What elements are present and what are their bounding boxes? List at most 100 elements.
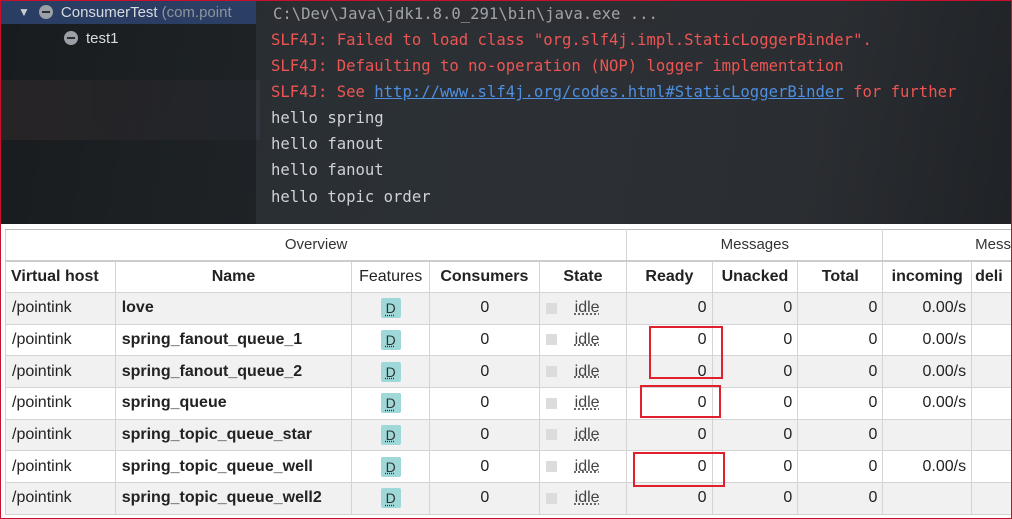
- table-row[interactable]: /pointink spring_queue D 0 idle 0 0 0 0.00/s: [5, 387, 1012, 420]
- console-text: SLF4J: See: [271, 83, 375, 101]
- cell-incoming: [882, 482, 973, 515]
- durable-badge: D: [380, 425, 401, 446]
- queues-table: Overview Messages Mess Virtual host Name…: [4, 229, 1012, 515]
- ide-window: ▼ ConsumerTest (com.point test1 C:\Dev\J…: [0, 0, 1012, 224]
- cell-vhost: /pointink: [5, 418, 116, 452]
- queues-table-body: /pointink love D 0 idle 0 0 0 0.00/s/pointink spr…: [5, 292, 1012, 515]
- cell-unacked: 0: [711, 355, 799, 389]
- cell-vhost: /pointink: [5, 482, 116, 515]
- console-line-command: C:\Dev\Java\jdk1.8.0_291\bin\java.exe ..…: [271, 3, 660, 25]
- column-header-unacked[interactable]: Unacked: [711, 259, 799, 293]
- cell-incoming: 0.00/s: [882, 323, 973, 357]
- console-link[interactable]: http://www.slf4j.org/codes.html#StaticLo…: [374, 83, 843, 101]
- console-line: hello spring: [271, 109, 384, 127]
- column-header-deliver[interactable]: deli: [971, 259, 1012, 293]
- table-row[interactable]: /pointink spring_fanout_queue_2 D 0 idle 0 0 0 0…: [5, 355, 1012, 389]
- durable-badge: D: [380, 393, 401, 414]
- cell-consumers: 0: [429, 482, 540, 515]
- table-row[interactable]: /pointink spring_fanout_queue_1 D 0 idle 0 0 0 0…: [5, 323, 1012, 357]
- durable-badge: D: [380, 361, 401, 382]
- console-text: for further: [843, 83, 957, 101]
- cell-ready: 0: [626, 323, 713, 357]
- cell-state: idle: [538, 450, 628, 484]
- cell-consumers: 0: [429, 418, 540, 452]
- cell-features: D: [351, 387, 431, 420]
- chevron-down-icon[interactable]: ▼: [18, 5, 30, 19]
- state-label: idle: [574, 489, 600, 507]
- tree-item-test1[interactable]: test1: [64, 26, 119, 50]
- cell-deliver: [971, 482, 1012, 515]
- cell-ready: 0: [626, 355, 713, 389]
- cell-total: 0: [797, 323, 884, 357]
- state-indicator-icon: [545, 334, 557, 346]
- console-output[interactable]: C:\Dev\Java\jdk1.8.0_291\bin\java.exe ..…: [256, 0, 1012, 224]
- durable-badge: D: [380, 298, 401, 319]
- queue-name-link[interactable]: spring_topic_queue_well2: [114, 482, 353, 515]
- durable-badge: D: [380, 456, 401, 477]
- cell-consumers: 0: [429, 355, 540, 389]
- queues-panel: Overview Messages Mess Virtual host Name…: [0, 224, 1012, 519]
- queue-name-link[interactable]: spring_topic_queue_star: [114, 418, 353, 452]
- cell-deliver: [971, 323, 1012, 357]
- durable-badge: D: [380, 488, 401, 509]
- cell-state: idle: [538, 387, 628, 420]
- cell-unacked: 0: [711, 323, 799, 357]
- queue-name-link[interactable]: spring_fanout_queue_2: [114, 355, 353, 389]
- table-row[interactable]: /pointink love D 0 idle 0 0 0 0.00/s: [5, 292, 1012, 325]
- queue-name-link[interactable]: spring_queue: [114, 387, 353, 420]
- console-line: hello fanout: [271, 135, 384, 153]
- tree-item-label: test1: [86, 29, 119, 47]
- cell-unacked: 0: [711, 387, 799, 420]
- column-header-name[interactable]: Name: [114, 259, 353, 293]
- cell-total: 0: [797, 418, 884, 452]
- column-header-incoming[interactable]: incoming: [882, 259, 973, 293]
- cell-consumers: 0: [429, 450, 540, 484]
- cell-ready: 0: [626, 418, 713, 452]
- cell-state: idle: [538, 292, 628, 325]
- cell-deliver: [971, 387, 1012, 420]
- cell-unacked: 0: [711, 482, 799, 515]
- state-label: idle: [574, 394, 600, 412]
- cell-unacked: 0: [711, 292, 799, 325]
- console-line-error: SLF4J: Failed to load class "org.slf4j.i…: [271, 31, 872, 49]
- table-row[interactable]: /pointink spring_topic_queue_well2 D 0 idle 0…: [5, 482, 1012, 515]
- group-header-messages: Messages: [626, 229, 884, 261]
- cell-features: D: [351, 482, 431, 515]
- cell-ready: 0: [626, 482, 713, 515]
- column-header-total[interactable]: Total: [797, 259, 884, 293]
- cell-total: 0: [797, 482, 884, 515]
- cell-unacked: 0: [711, 418, 799, 452]
- queue-name-link[interactable]: love: [114, 292, 353, 325]
- cell-vhost: /pointink: [5, 450, 116, 484]
- cell-vhost: /pointink: [5, 292, 116, 325]
- tree-item-consumer-test[interactable]: ▼ ConsumerTest (com.point: [0, 0, 256, 24]
- test-status-icon: [38, 5, 53, 19]
- column-header-features: Features: [351, 259, 431, 293]
- console-line: hello topic order: [271, 188, 431, 206]
- cell-incoming: 0.00/s: [882, 292, 973, 325]
- cell-vhost: /pointink: [5, 323, 116, 357]
- cell-unacked: 0: [711, 450, 799, 484]
- cell-total: 0: [797, 292, 884, 325]
- durable-badge: D: [380, 330, 401, 351]
- table-row[interactable]: /pointink spring_topic_queue_star D 0 idle 0 0…: [5, 418, 1012, 452]
- cell-incoming: 0.00/s: [882, 387, 973, 420]
- cell-state: idle: [538, 323, 628, 357]
- column-header-vhost[interactable]: Virtual host: [5, 259, 116, 293]
- column-header-consumers[interactable]: Consumers: [429, 259, 540, 293]
- table-row[interactable]: /pointink spring_topic_queue_well D 0 idle 0 0…: [5, 450, 1012, 484]
- cell-state: idle: [538, 355, 628, 389]
- console-line: hello fanout: [271, 161, 384, 179]
- cell-deliver: [971, 355, 1012, 389]
- queue-name-link[interactable]: spring_topic_queue_well: [114, 450, 353, 484]
- queue-name-link[interactable]: spring_fanout_queue_1: [114, 323, 353, 357]
- state-indicator-icon: [545, 429, 557, 441]
- column-header-state[interactable]: State: [538, 259, 628, 293]
- tree-item-package: (com.point: [161, 3, 232, 21]
- console-line-error: SLF4J: See http://www.slf4j.org/codes.ht…: [271, 81, 956, 103]
- test-run-tree: ▼ ConsumerTest (com.point test1: [0, 0, 256, 224]
- cell-features: D: [351, 450, 431, 484]
- column-header-ready[interactable]: Ready: [626, 259, 713, 293]
- state-label: idle: [574, 331, 600, 349]
- cell-deliver: [971, 292, 1012, 325]
